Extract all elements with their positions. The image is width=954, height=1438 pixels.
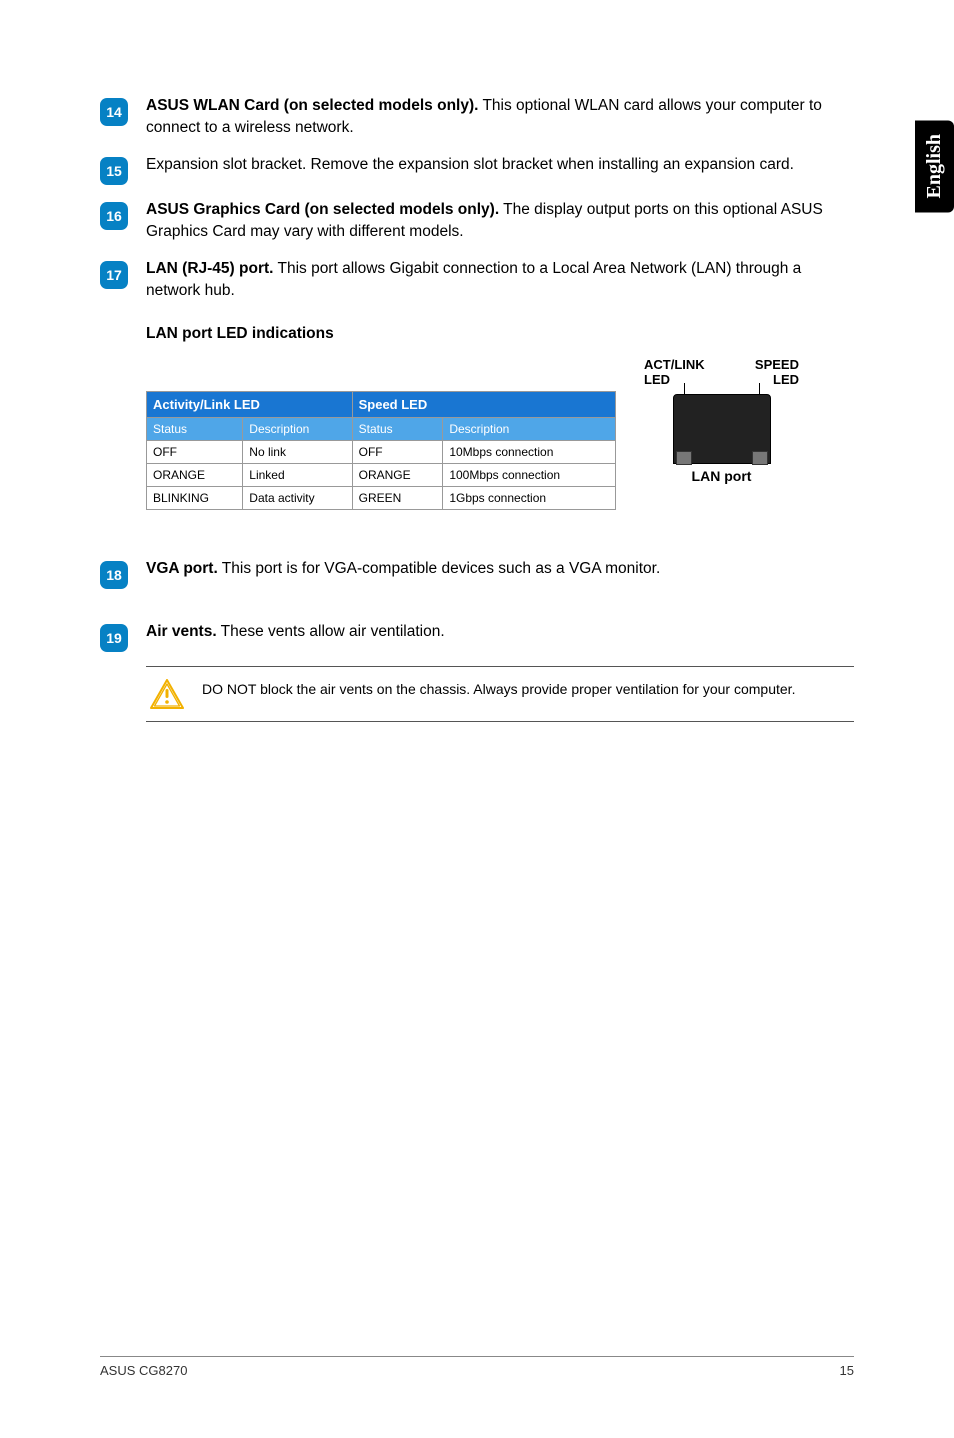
th-status-2: Status [352,417,443,440]
desc-16: ASUS Graphics Card (on selected models o… [146,199,854,244]
footer-page-number: 15 [840,1363,854,1378]
th-desc-1: Description [243,417,352,440]
th-desc-2: Description [443,417,616,440]
badge-19: 19 [100,624,128,652]
desc-15: Expansion slot bracket. Remove the expan… [146,154,794,176]
actlink-led-label: ACT/LINK LED [644,357,716,388]
th-activity: Activity/Link LED [147,391,353,417]
caution-box: DO NOT block the air vents on the chassi… [146,666,854,722]
th-speed: Speed LED [352,391,615,417]
table-row: BLINKINGData activityGREEN1Gbps connecti… [147,486,616,509]
caution-icon [150,679,184,709]
desc-17: LAN (RJ-45) port. This port allows Gigab… [146,258,854,303]
page-footer: ASUS CG8270 15 [100,1356,854,1378]
desc-19: Air vents. These vents allow air ventila… [146,621,445,643]
badge-14: 14 [100,98,128,126]
item-14: 14 ASUS WLAN Card (on selected models on… [100,95,854,140]
table-row: OFFNo linkOFF10Mbps connection [147,440,616,463]
speed-led-label: SPEED LED [743,357,799,388]
item-18: 18 VGA port. This port is for VGA-compat… [100,558,854,589]
language-tab: English [915,120,954,212]
led-indications-title: LAN port LED indications [146,325,854,343]
badge-15: 15 [100,157,128,185]
item-17: 17 LAN (RJ-45) port. This port allows Gi… [100,258,854,303]
item-19: 19 Air vents. These vents allow air vent… [100,621,854,652]
rj45-port-icon [673,394,771,464]
lan-port-label: LAN port [644,468,799,484]
badge-18: 18 [100,561,128,589]
footer-model: ASUS CG8270 [100,1363,187,1378]
item-16: 16 ASUS Graphics Card (on selected model… [100,199,854,244]
caution-text: DO NOT block the air vents on the chassi… [202,679,795,699]
item-15: 15 Expansion slot bracket. Remove the ex… [100,154,854,185]
table-row: ORANGELinkedORANGE100Mbps connection [147,463,616,486]
badge-17: 17 [100,261,128,289]
led-table: Activity/Link LED Speed LED Status Descr… [146,391,616,510]
desc-14: ASUS WLAN Card (on selected models only)… [146,95,854,140]
badge-16: 16 [100,202,128,230]
th-status-1: Status [147,417,243,440]
desc-18: VGA port. This port is for VGA-compatibl… [146,558,660,580]
lan-port-diagram: ACT/LINK LED SPEED LED LAN port [644,357,799,484]
